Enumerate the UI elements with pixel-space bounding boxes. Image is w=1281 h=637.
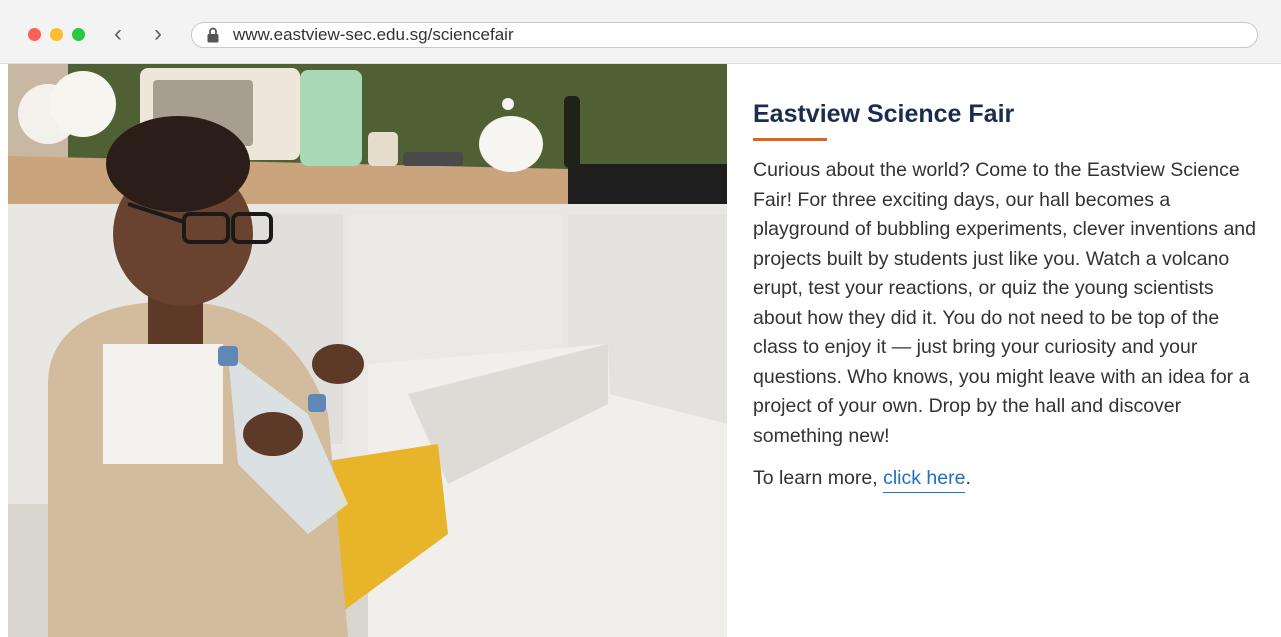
maximize-window-button[interactable] (72, 28, 85, 41)
article: Eastview Science Fair Curious about the … (753, 96, 1265, 493)
lock-icon (207, 27, 219, 43)
learn-more-suffix: . (965, 467, 971, 489)
back-button[interactable]: ‹ (114, 20, 122, 48)
title-underline (753, 138, 827, 141)
page-title: Eastview Science Fair (753, 100, 1015, 128)
forward-button[interactable]: › (154, 20, 162, 48)
learn-more-line: To learn more, click here. (753, 464, 1265, 493)
address-bar[interactable]: www.eastview-sec.edu.sg/sciencefair (191, 22, 1258, 48)
click-here-link[interactable]: click here (883, 467, 966, 493)
hero-photo (8, 64, 727, 637)
close-window-button[interactable] (28, 28, 41, 41)
url-text: www.eastview-sec.edu.sg/sciencefair (233, 25, 514, 44)
minimize-window-button[interactable] (50, 28, 63, 41)
browser-toolbar: ‹ › www.eastview-sec.edu.sg/sciencefair (0, 0, 1281, 64)
learn-more-prefix: To learn more, (753, 467, 884, 489)
article-body: Curious about the world? Come to the Eas… (753, 159, 1256, 447)
